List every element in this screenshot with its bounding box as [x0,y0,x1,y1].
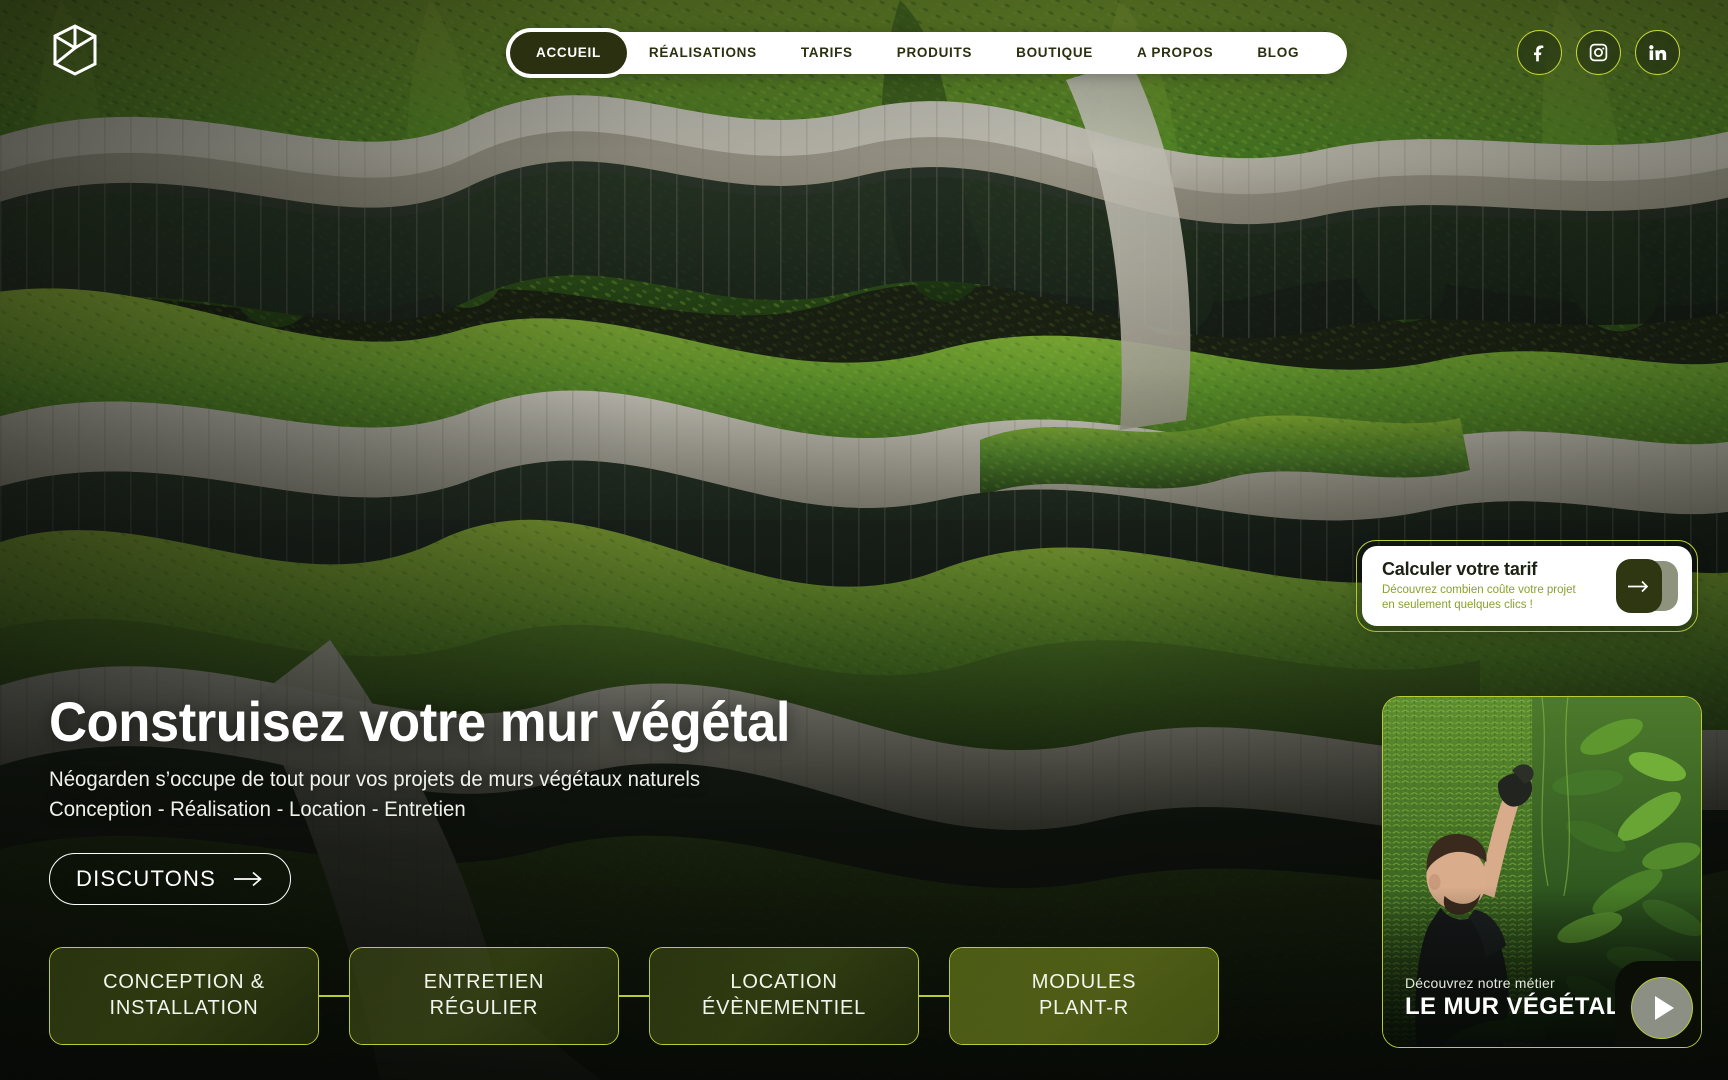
service-connector [319,995,349,997]
calculer-tarif-card[interactable]: Calculer votre tarif Découvrez combien c… [1362,546,1692,626]
service-card-line-2: PLANT-R [1038,997,1130,1019]
hero-subtitle-line-1: Néogarden s’occupe de tout pour vos proj… [49,768,701,792]
tarif-card-texts: Calculer votre tarif Découvrez combien c… [1382,559,1616,612]
brand-logo[interactable] [49,22,101,78]
hero-content: Construisez votre mur végétal Néogarden … [49,689,949,905]
nav-item-a-propos[interactable]: A PROPOS [1115,36,1235,70]
nav-item-produits[interactable]: PRODUITS [875,36,994,70]
service-card-line-2: RÉGULIER [429,997,539,1019]
facebook-icon [1533,45,1544,62]
hero-subtitle: Néogarden s’occupe de tout pour vos proj… [49,765,922,825]
service-cards: CONCEPTION & INSTALLATION ENTRETIEN RÉGU… [49,947,1219,1045]
nav-item-boutique[interactable]: BOUTIQUE [994,36,1115,70]
service-connector [919,995,949,997]
tarif-card-description: Découvrez combien coûte votre projet en … [1382,583,1616,612]
service-card-line-1: MODULES [1031,971,1137,994]
cube-logo-icon [53,24,97,76]
social-link-instagram[interactable] [1576,30,1621,75]
hero-subtitle-line-2: Conception - Réalisation - Location - En… [49,798,466,822]
hero-title: Construisez votre mur végétal [49,689,791,753]
video-kicker: Découvrez notre métier [1405,975,1555,991]
main-navigation: ACCUEIL RÉALISATIONS TARIFS PRODUITS BOU… [506,32,1348,74]
nav-item-accueil[interactable]: ACCUEIL [510,32,627,74]
nav-item-tarifs[interactable]: TARIFS [779,36,875,70]
video-caption: Découvrez notre métier LE MUR VÉGÉTAL [1405,975,1621,1021]
linkedin-icon [1649,45,1667,60]
arrow-right-icon [233,871,262,887]
site-header: ACCUEIL RÉALISATIONS TARIFS PRODUITS BOU… [0,0,1728,106]
nav-item-blog[interactable]: BLOG [1235,36,1321,70]
arrow-right-icon [1628,580,1649,592]
service-connector [619,995,649,997]
service-card-line-1: CONCEPTION & [103,971,265,994]
nav-item-realisations[interactable]: RÉALISATIONS [627,36,779,70]
video-title: LE MUR VÉGÉTAL [1405,993,1621,1020]
social-link-facebook[interactable] [1517,30,1562,75]
tarif-card-title: Calculer votre tarif [1382,559,1538,580]
discutons-button[interactable]: DISCUTONS [49,853,291,905]
service-card-location-evenementiel[interactable]: LOCATION ÉVÈNEMENTIEL [649,947,919,1045]
service-card-line-1: ENTRETIEN [423,971,545,994]
service-card-line-2: ÉVÈNEMENTIEL [701,997,867,1019]
social-link-linkedin[interactable] [1635,30,1680,75]
video-teaser-card[interactable]: Découvrez notre métier LE MUR VÉGÉTAL [1382,696,1702,1048]
tarif-desc-line-1: Découvrez combien coûte votre projet [1382,584,1576,597]
tarif-desc-line-2: en seulement quelques clics ! [1382,599,1533,611]
tarif-button-face [1616,559,1662,613]
social-links [1517,30,1680,75]
discutons-button-label: DISCUTONS [76,866,216,891]
service-card-line-2: INSTALLATION [109,997,259,1019]
instagram-icon [1589,43,1608,62]
tarif-card-frame: Calculer votre tarif Découvrez combien c… [1356,540,1698,632]
page-root: ACCUEIL RÉALISATIONS TARIFS PRODUITS BOU… [0,0,1728,1080]
service-card-line-1: LOCATION [730,971,838,994]
service-card-entretien-regulier[interactable]: ENTRETIEN RÉGULIER [349,947,619,1045]
tarif-arrow-button[interactable] [1616,559,1678,613]
service-card-conception-installation[interactable]: CONCEPTION & INSTALLATION [49,947,319,1045]
service-card-modules-plant-r[interactable]: MODULES PLANT-R [949,947,1219,1045]
play-button[interactable] [1631,977,1693,1039]
play-icon [1655,996,1674,1020]
